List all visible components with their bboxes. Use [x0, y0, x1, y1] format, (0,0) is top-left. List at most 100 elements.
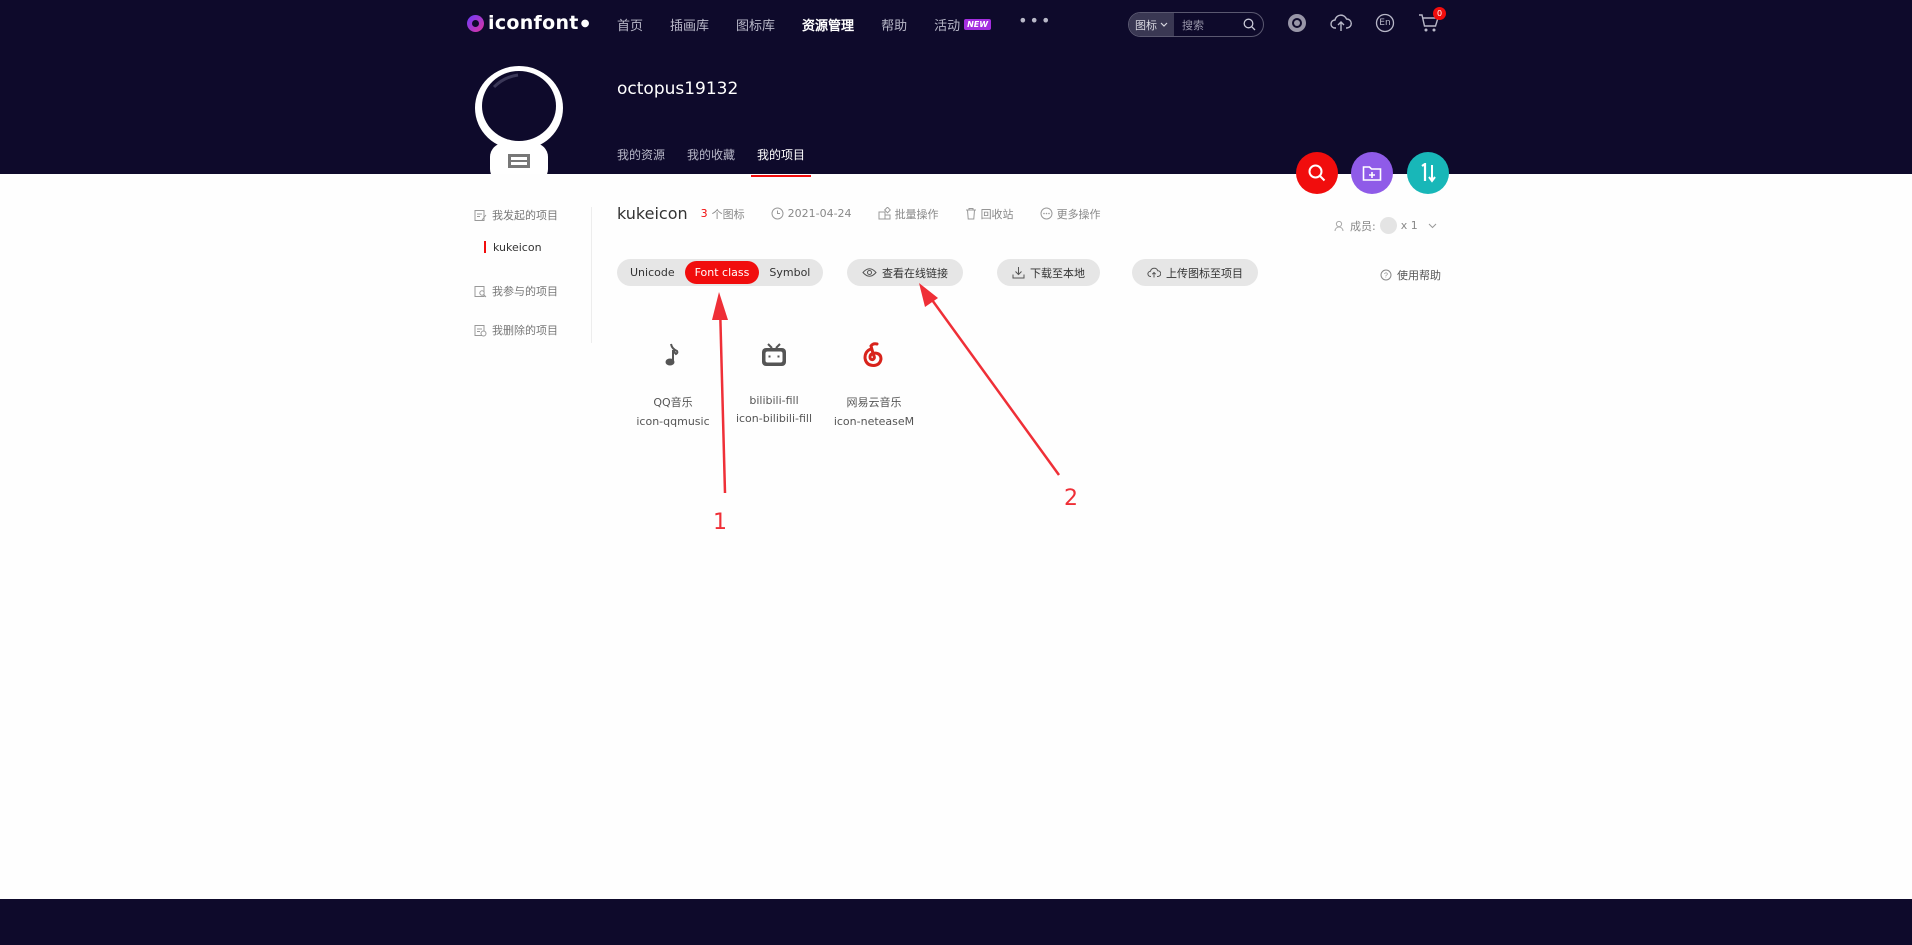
deleted-doc-icon [474, 324, 487, 336]
tab-my-resources[interactable]: 我的资源 [617, 146, 665, 177]
main-nav: 首页 插画库 图标库 资源管理 帮助 活动 NEW ••• [617, 11, 1052, 34]
chevron-down-icon [1160, 22, 1168, 27]
nav-icon-library[interactable]: 图标库 [736, 15, 775, 34]
search-icon [1308, 164, 1326, 182]
trash-icon [965, 208, 976, 220]
project-date-text: 2021-04-24 [787, 207, 852, 220]
members-count: x 1 [1400, 219, 1418, 232]
folder-add-icon [1362, 166, 1382, 181]
more-operations-button[interactable]: 更多操作 [1040, 206, 1101, 222]
sidebar-item-my-created[interactable]: 我发起的项目 [474, 207, 591, 223]
search-type-select[interactable]: 图标 [1129, 13, 1174, 36]
fab-sort-button[interactable] [1407, 152, 1449, 194]
nav-help[interactable]: 帮助 [881, 15, 907, 34]
nav-illustration[interactable]: 插画库 [670, 15, 709, 34]
members-dropdown[interactable]: 成员: x 1 [1334, 217, 1437, 234]
nav-activity[interactable]: 活动 NEW [934, 15, 992, 34]
cart-icon[interactable]: 0 [1418, 7, 1446, 34]
icon-card-qqmusic[interactable]: QQ音乐 icon-qqmusic [623, 340, 723, 428]
upload-cloud-icon [1147, 267, 1161, 278]
icon-card-bilibili[interactable]: bilibili-fill icon-bilibili-fill [724, 340, 824, 425]
member-avatar [1379, 217, 1397, 234]
sidebar-item-deleted[interactable]: 我删除的项目 [474, 322, 591, 338]
project-date: 2021-04-24 [771, 207, 852, 220]
download-label: 下载至本地 [1030, 266, 1085, 280]
search-doc-icon [474, 285, 487, 297]
cart-count-badge: 0 [1433, 7, 1446, 20]
eye-icon [862, 268, 877, 277]
header-icons: En 0 [1286, 7, 1446, 34]
logo-dot: ● [580, 17, 590, 29]
download-icon [1012, 267, 1025, 279]
upload-cloud-icon[interactable] [1330, 12, 1352, 34]
sidebar-item-label: 我发起的项目 [492, 209, 558, 222]
view-online-link-label: 查看在线链接 [882, 266, 948, 280]
fab-new-project-button[interactable] [1351, 152, 1393, 194]
sidebar-item-label: kukeicon [493, 240, 542, 254]
members-label: 成员: [1350, 219, 1376, 233]
project-title: kukeicon [617, 204, 688, 223]
language-label: En [1379, 18, 1391, 28]
profile-avatar [474, 63, 564, 174]
language-icon[interactable]: En [1374, 12, 1396, 34]
music-note-icon [658, 340, 688, 370]
search-input[interactable]: 搜索 [1174, 17, 1239, 33]
more-operations-label: 更多操作 [1056, 207, 1101, 221]
icon-count-label: 个图标 [711, 207, 745, 221]
project-header: kukeicon 3 个图标 2021-04-24 批量操作 回收站 更多操作 [617, 204, 1127, 223]
view-online-link-button[interactable]: 查看在线链接 [847, 259, 963, 286]
fab-search-button[interactable] [1296, 152, 1338, 194]
sidebar-item-kukeicon[interactable]: kukeicon [474, 239, 591, 255]
edit-doc-icon [474, 209, 487, 221]
tab-my-favorites[interactable]: 我的收藏 [687, 146, 735, 177]
member-icon [1334, 220, 1344, 231]
search-box[interactable]: 图标 搜索 [1128, 12, 1264, 37]
help-circle-icon: ? [1380, 269, 1392, 281]
usage-help-link[interactable]: ? 使用帮助 [1380, 267, 1441, 283]
batch-icon [878, 207, 891, 220]
profile-username: octopus19132 [617, 79, 739, 99]
sidebar-item-label: 我删除的项目 [492, 324, 558, 337]
icon-name: bilibili-fill [749, 394, 799, 407]
code-format-switch: Unicode Font class Symbol [617, 259, 824, 286]
more-circle-icon [1040, 207, 1053, 220]
sidebar-item-participated[interactable]: 我参与的项目 [474, 283, 591, 299]
profile-tabs: 我的资源 我的收藏 我的项目 [617, 146, 827, 177]
download-button[interactable]: 下载至本地 [997, 259, 1100, 286]
clock-icon [771, 207, 784, 220]
nav-home[interactable]: 首页 [617, 15, 643, 34]
segment-font-class[interactable]: Font class [684, 261, 760, 284]
annotation-label-2: 2 [1064, 486, 1078, 511]
iconfont-logo[interactable]: iconfont ● [467, 12, 590, 34]
icon-name: 网易云音乐 [846, 396, 902, 409]
segment-symbol[interactable]: Symbol [759, 261, 820, 284]
usage-help-label: 使用帮助 [1397, 269, 1441, 282]
user-avatar-icon[interactable] [1286, 12, 1308, 34]
sidebar-item-label: 我参与的项目 [492, 285, 558, 298]
icon-name: QQ音乐 [653, 396, 693, 409]
logo-text: iconfont [488, 12, 579, 34]
tab-my-projects[interactable]: 我的项目 [751, 146, 812, 177]
netease-music-icon [859, 340, 889, 370]
project-sidebar: 我发起的项目 kukeicon 我参与的项目 我删除的项目 [474, 207, 592, 343]
more-dots-icon[interactable]: ••• [1018, 11, 1052, 34]
sort-icon [1421, 163, 1436, 183]
top-header: iconfont ● 首页 插画库 图标库 资源管理 帮助 活动 NEW ••• … [0, 0, 1912, 177]
trash-button[interactable]: 回收站 [965, 206, 1014, 222]
logo-mark-icon [467, 14, 484, 32]
upload-icons-button[interactable]: 上传图标至项目 [1132, 259, 1258, 286]
trash-label: 回收站 [980, 207, 1014, 221]
chevron-down-icon [1428, 223, 1437, 228]
annotation-label-1: 1 [713, 510, 727, 535]
nav-activity-label: 活动 [934, 19, 961, 34]
search-icon[interactable] [1239, 15, 1259, 35]
batch-operation-button[interactable]: 批量操作 [878, 206, 939, 222]
icon-card-netease[interactable]: 网易云音乐 icon-neteaseM [824, 340, 924, 428]
icon-class: icon-neteaseM [833, 415, 915, 428]
nav-resource-management[interactable]: 资源管理 [802, 15, 854, 34]
svg-text:?: ? [1384, 273, 1388, 280]
icon-class: icon-bilibili-fill [735, 412, 813, 425]
icon-class: icon-qqmusic [636, 415, 710, 428]
page-footer [0, 899, 1912, 945]
segment-unicode[interactable]: Unicode [620, 261, 685, 284]
